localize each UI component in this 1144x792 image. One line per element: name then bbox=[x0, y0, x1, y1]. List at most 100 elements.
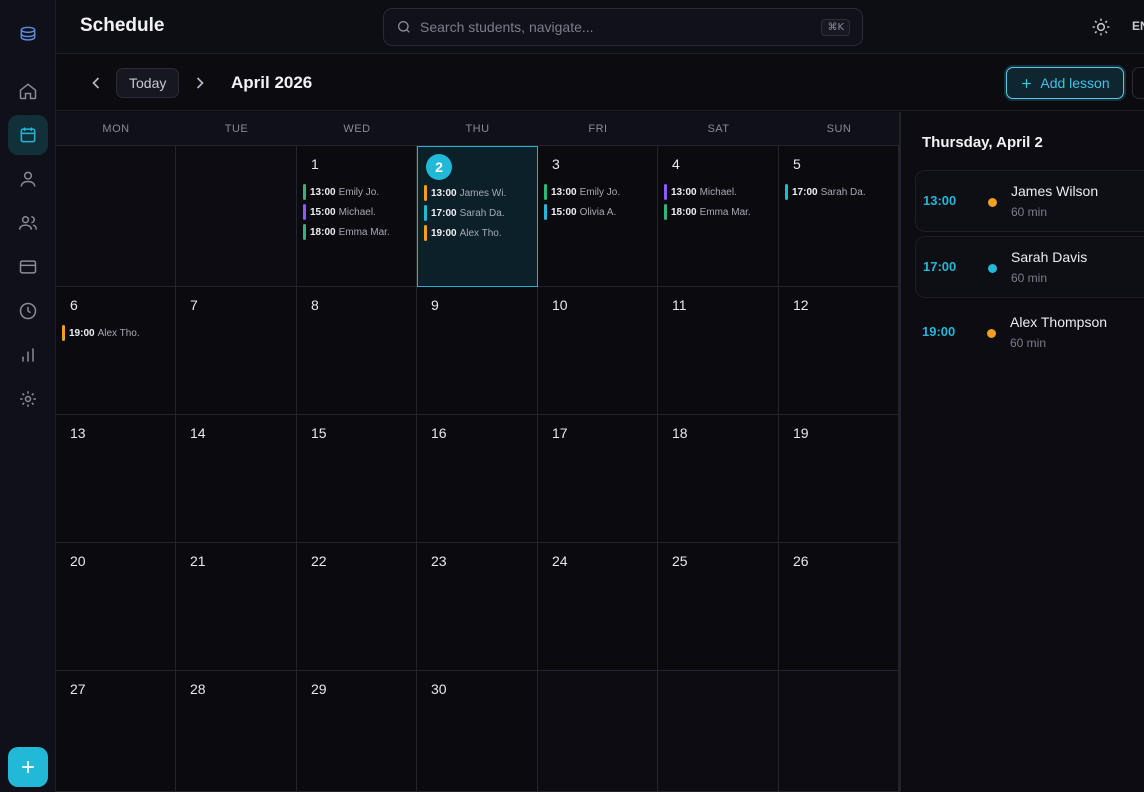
calendar-day-cell[interactable] bbox=[658, 671, 779, 792]
lesson-student-name: James Wilson bbox=[1011, 183, 1099, 199]
sidebar-item-reports[interactable] bbox=[8, 335, 48, 375]
calendar-day-cell[interactable]: 22 bbox=[297, 543, 417, 671]
lesson-item[interactable]: 13:00 James Wilson 60 min bbox=[915, 170, 1144, 232]
calendar-day-cell[interactable]: 4 13:00 Michael. 18:00 Emma Mar. bbox=[658, 146, 779, 287]
calendar-event[interactable]: 13:00 Michael. bbox=[664, 183, 774, 201]
day-number: 1 bbox=[311, 156, 319, 172]
calendar-day-cell[interactable]: 18 bbox=[658, 415, 779, 543]
prev-month-chevron-left-icon[interactable] bbox=[86, 73, 106, 93]
calendar-day-cell[interactable]: 11 bbox=[658, 287, 779, 415]
calendar-event[interactable]: 13:00 James Wi. bbox=[424, 184, 533, 202]
add-lesson-button[interactable]: Add lesson bbox=[1006, 67, 1124, 99]
calendar-day-cell[interactable]: 16 bbox=[417, 415, 538, 543]
lesson-item[interactable]: 19:00 Alex Thompson 60 min bbox=[915, 302, 1144, 364]
search-input[interactable]: Search students, navigate... bbox=[420, 19, 821, 35]
calendar-event[interactable]: 13:00 Emily Jo. bbox=[303, 183, 412, 201]
calendar-event[interactable]: 17:00 Sarah Da. bbox=[424, 204, 533, 222]
calendar-day-cell[interactable]: 23 bbox=[417, 543, 538, 671]
calendar-event[interactable]: 18:00 Emma Mar. bbox=[303, 223, 412, 241]
day-events: 13:00 Emily Jo. 15:00 Olivia A. bbox=[544, 183, 653, 223]
calendar-day-cell[interactable]: 30 bbox=[417, 671, 538, 792]
calendar-event[interactable]: 15:00 Michael. bbox=[303, 203, 412, 221]
calendar-day-cell[interactable] bbox=[176, 146, 297, 287]
calendar-day-cell[interactable]: 3 13:00 Emily Jo. 15:00 Olivia A. bbox=[538, 146, 658, 287]
event-color-bar bbox=[303, 204, 306, 220]
day-number: 21 bbox=[190, 553, 206, 569]
calendar-day-cell[interactable]: 14 bbox=[176, 415, 297, 543]
lesson-duration: 60 min bbox=[1010, 336, 1047, 350]
logo-icon[interactable] bbox=[8, 14, 48, 54]
event-time: 13:00 bbox=[310, 186, 336, 198]
search-icon bbox=[398, 21, 410, 33]
lesson-duration: 60 min bbox=[1011, 271, 1048, 285]
calendar-day-cell[interactable]: 10 bbox=[538, 287, 658, 415]
calendar-day-cell[interactable]: 17 bbox=[538, 415, 658, 543]
lesson-item[interactable]: 17:00 Sarah Davis 60 min bbox=[915, 236, 1144, 298]
calendar-day-cell[interactable]: 19 bbox=[779, 415, 899, 543]
calendar-event[interactable]: 19:00 Alex Tho. bbox=[62, 324, 171, 342]
today-button[interactable]: Today bbox=[116, 68, 180, 98]
day-number: 5 bbox=[793, 156, 801, 172]
calendar-day-cell[interactable]: 27 bbox=[56, 671, 176, 792]
calendar-event[interactable]: 17:00 Sarah Da. bbox=[785, 183, 894, 201]
calendar-day-cell[interactable]: 24 bbox=[538, 543, 658, 671]
calendar-day-cell[interactable] bbox=[779, 671, 899, 792]
chart-icon bbox=[22, 348, 34, 362]
calendar-day-cell-today[interactable]: 2 13:00 James Wi. 17:00 Sarah Da. 19:00 Alex T… bbox=[417, 146, 538, 287]
calendar-day-cell[interactable]: 28 bbox=[176, 671, 297, 792]
calendar-day-cell[interactable] bbox=[538, 671, 658, 792]
day-number: 18 bbox=[672, 425, 688, 441]
calendar-event[interactable]: 18:00 Emma Mar. bbox=[664, 203, 774, 221]
event-student-name: Michael. bbox=[699, 186, 737, 198]
calendar-day-cell[interactable] bbox=[56, 146, 176, 287]
calendar-toolbar: Today April 2026 Add lesson bbox=[56, 55, 1144, 111]
calendar-day-cell[interactable]: 7 bbox=[176, 287, 297, 415]
sidebar-item-home[interactable] bbox=[8, 71, 48, 111]
lesson-student-name: Sarah Davis bbox=[1011, 249, 1088, 265]
sidebar-item-payments[interactable] bbox=[8, 247, 48, 287]
sidebar-item-settings[interactable] bbox=[8, 379, 48, 419]
search-bar[interactable]: Search students, navigate... ⌘K bbox=[383, 8, 863, 46]
calendar-event[interactable]: 15:00 Olivia A. bbox=[544, 203, 653, 221]
search-shortcut-badge: ⌘K bbox=[821, 18, 850, 36]
day-number: 7 bbox=[190, 297, 198, 313]
calendar-event[interactable]: 13:00 Emily Jo. bbox=[544, 183, 653, 201]
event-time: 15:00 bbox=[310, 206, 336, 218]
event-color-bar bbox=[62, 325, 65, 341]
calendar-day-cell[interactable]: 5 17:00 Sarah Da. bbox=[779, 146, 899, 287]
quick-add-button[interactable] bbox=[8, 747, 48, 787]
day-number: 29 bbox=[311, 681, 327, 697]
day-number: 8 bbox=[311, 297, 319, 313]
sidebar-item-student[interactable] bbox=[8, 159, 48, 199]
calendar-day-cell[interactable]: 21 bbox=[176, 543, 297, 671]
theme-toggle-sun-icon[interactable] bbox=[1091, 17, 1111, 37]
calendar-day-cell[interactable]: 12 bbox=[779, 287, 899, 415]
calendar-day-cell[interactable]: 26 bbox=[779, 543, 899, 671]
calendar-day-cell[interactable]: 9 bbox=[417, 287, 538, 415]
gear-icon bbox=[20, 391, 36, 407]
language-switch[interactable]: EN bbox=[1132, 19, 1144, 33]
calendar-day-cell[interactable]: 6 19:00 Alex Tho. bbox=[56, 287, 176, 415]
view-options-button[interactable] bbox=[1132, 67, 1144, 99]
calendar-day-cell[interactable]: 8 bbox=[297, 287, 417, 415]
calendar-day-cell[interactable]: 15 bbox=[297, 415, 417, 543]
calendar-day-cell[interactable]: 13 bbox=[56, 415, 176, 543]
weekday-label: THU bbox=[465, 123, 490, 135]
sidebar-item-history[interactable] bbox=[8, 291, 48, 331]
day-events: 19:00 Alex Tho. bbox=[62, 324, 171, 344]
calendar-day-cell[interactable]: 1 13:00 Emily Jo. 15:00 Michael. 18:00 Emma Ma… bbox=[297, 146, 417, 287]
day-number: 13 bbox=[70, 425, 86, 441]
sidebar-item-calendar[interactable] bbox=[8, 115, 48, 155]
day-number: 11 bbox=[672, 297, 687, 313]
event-time: 19:00 bbox=[69, 327, 95, 339]
calendar-event[interactable]: 19:00 Alex Tho. bbox=[424, 224, 533, 242]
next-month-chevron-right-icon[interactable] bbox=[190, 73, 210, 93]
event-time: 13:00 bbox=[671, 186, 697, 198]
add-lesson-label: Add lesson bbox=[1040, 75, 1110, 91]
calendar-day-cell[interactable]: 20 bbox=[56, 543, 176, 671]
user-icon bbox=[20, 171, 36, 187]
calendar-day-cell[interactable]: 25 bbox=[658, 543, 779, 671]
plus-icon bbox=[22, 761, 34, 773]
calendar-day-cell[interactable]: 29 bbox=[297, 671, 417, 792]
sidebar-item-groups[interactable] bbox=[8, 203, 48, 243]
